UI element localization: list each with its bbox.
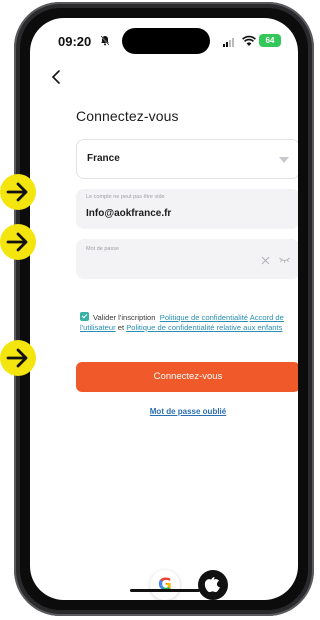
consent-text: Valider l'inscription bbox=[93, 313, 156, 322]
screenshot-stage: 09:20 64 Connectez-vous France Le compte… bbox=[0, 0, 317, 620]
back-button[interactable] bbox=[48, 68, 66, 86]
consent-block: Valider l'inscription Politique de confi… bbox=[80, 312, 298, 333]
account-field[interactable]: Le compte ne peut pas être vide bbox=[76, 189, 298, 229]
right-arrow-icon bbox=[6, 348, 28, 368]
country-value: France bbox=[87, 153, 120, 164]
right-arrow-icon bbox=[6, 232, 28, 252]
country-select[interactable]: France bbox=[76, 139, 298, 179]
account-hint: Le compte ne peut pas être vide bbox=[86, 194, 165, 200]
bell-muted-icon bbox=[100, 35, 110, 46]
annotation-arrow-icon bbox=[0, 340, 36, 376]
page-title: Connectez-vous bbox=[76, 108, 179, 124]
annotation-arrow-icon bbox=[0, 224, 36, 260]
google-icon: G bbox=[150, 570, 180, 600]
annotation-arrow-icon bbox=[0, 174, 36, 210]
eye-closed-icon[interactable] bbox=[279, 257, 290, 263]
password-field[interactable]: Mot de passe bbox=[76, 239, 298, 279]
wifi-icon bbox=[242, 35, 256, 46]
dynamic-island bbox=[122, 28, 210, 54]
children-privacy-link[interactable]: Politique de confidentialité relative au… bbox=[126, 323, 282, 332]
consent-checkbox[interactable] bbox=[80, 312, 89, 321]
cellular-signal-icon bbox=[223, 38, 234, 47]
battery-level: 64 bbox=[259, 34, 281, 47]
login-button[interactable]: Connectez-vous bbox=[76, 362, 298, 392]
dropdown-caret-icon bbox=[279, 157, 289, 163]
password-placeholder: Mot de passe bbox=[86, 246, 120, 252]
home-indicator bbox=[130, 589, 200, 592]
phone-bezel: 09:20 64 Connectez-vous France Le compte… bbox=[20, 8, 308, 610]
clear-icon[interactable] bbox=[261, 256, 270, 265]
phone-frame: 09:20 64 Connectez-vous France Le compte… bbox=[14, 2, 314, 616]
right-arrow-icon bbox=[6, 182, 28, 202]
status-time: 09:20 bbox=[58, 34, 92, 49]
privacy-policy-link[interactable]: Politique de confidentialité bbox=[160, 313, 248, 322]
apple-login-button[interactable] bbox=[198, 570, 228, 600]
google-login-button[interactable]: G bbox=[150, 570, 180, 600]
apple-icon bbox=[204, 577, 220, 593]
consent-conjunction: et bbox=[117, 323, 125, 332]
forgot-password-link[interactable]: Mot de passe oublié bbox=[76, 407, 298, 416]
account-input[interactable] bbox=[86, 208, 276, 219]
phone-screen: 09:20 64 Connectez-vous France Le compte… bbox=[30, 18, 298, 600]
